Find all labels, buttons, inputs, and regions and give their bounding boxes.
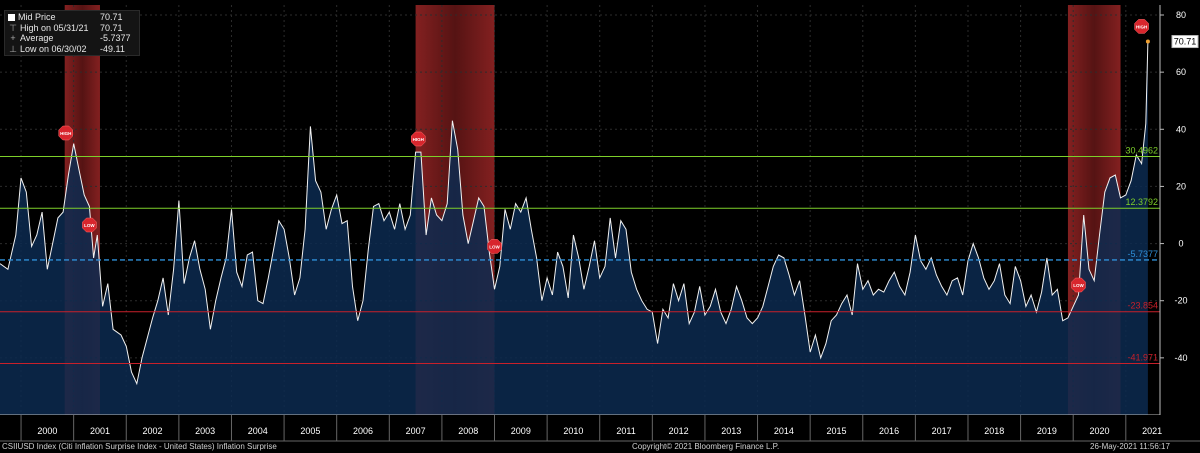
security-title: CSIIUSD Index (Citi Inflation Surprise I… xyxy=(2,442,277,451)
legend-item-average: + Average -5.7377 xyxy=(8,33,136,44)
y-tick-label: 60 xyxy=(1176,67,1186,77)
x-tick-label: 2004 xyxy=(248,426,268,436)
legend-value: 70.71 xyxy=(100,12,123,22)
legend-box: Mid Price 70.71 ⊤ High on 05/31/21 70.71 … xyxy=(4,10,140,56)
low-marker-icon: ⊥ xyxy=(9,43,17,54)
high-low-marker: LOW xyxy=(1071,277,1086,293)
marker-label: LOW xyxy=(1073,283,1084,288)
x-tick-label: 2014 xyxy=(774,426,794,436)
timestamp: 26-May-2021 11:56:17 xyxy=(1090,442,1170,451)
high-low-marker: HIGH xyxy=(410,131,426,147)
x-tick-label: 2000 xyxy=(37,426,57,436)
legend-item-low: ⊥ Low on 06/30/02 -49.11 xyxy=(8,44,136,55)
y-tick-label: 80 xyxy=(1176,10,1186,20)
high-low-marker: LOW xyxy=(487,239,502,254)
x-tick-label: 2008 xyxy=(458,426,478,436)
x-tick-label: 2013 xyxy=(721,426,741,436)
y-tick-label: -40 xyxy=(1174,353,1187,363)
reference-line-label: -23.854 xyxy=(1127,301,1158,311)
x-tick-label: 2005 xyxy=(300,426,320,436)
x-tick-label: 2003 xyxy=(195,426,215,436)
marker-label: LOW xyxy=(84,223,95,228)
x-tick-label: 2007 xyxy=(406,426,426,436)
legend-label: Low on 06/30/02 xyxy=(20,43,87,54)
x-tick-label: 2011 xyxy=(616,426,635,436)
marker-label: HIGH xyxy=(60,131,71,136)
last-value-label: 70.71 xyxy=(1174,37,1197,47)
legend-value: -49.11 xyxy=(100,43,125,54)
legend-label: Average xyxy=(20,33,54,43)
x-tick-label: 2009 xyxy=(511,426,531,436)
x-tick-label: 2010 xyxy=(563,426,583,436)
x-tick-label: 2020 xyxy=(1089,426,1109,436)
last-value-dot xyxy=(1145,39,1150,44)
high-low-marker: LOW xyxy=(82,217,97,233)
reference-line-label: 30.4962 xyxy=(1125,145,1158,155)
x-tick-label: 2006 xyxy=(353,426,373,436)
x-tick-label: 2018 xyxy=(984,426,1004,436)
legend-label: High on 05/31/21 xyxy=(20,22,89,33)
reference-line-label: -5.7377 xyxy=(1127,249,1158,259)
average-marker-icon: + xyxy=(10,33,16,43)
high-marker-icon: ⊤ xyxy=(9,22,17,33)
reference-line-label: -41.971 xyxy=(1127,352,1158,362)
x-tick-label: 2015 xyxy=(826,426,846,436)
legend-label: Mid Price xyxy=(18,12,56,22)
legend-value: 70.71 xyxy=(100,22,123,33)
legend-item-high: ⊤ High on 05/31/21 70.71 xyxy=(8,23,136,34)
chart-footer: CSIIUSD Index (Citi Inflation Surprise I… xyxy=(0,441,1200,453)
marker-label: HIGH xyxy=(1136,24,1147,29)
high-low-marker: HIGH xyxy=(1134,19,1149,34)
y-tick-label: 40 xyxy=(1176,124,1186,134)
marker-label: LOW xyxy=(489,244,500,249)
legend-value: -5.7377 xyxy=(100,33,131,43)
y-tick-label: -20 xyxy=(1174,296,1187,306)
x-tick-label: 2021 xyxy=(1142,426,1162,436)
x-tick-label: 2001 xyxy=(90,426,110,436)
copyright: Copyright© 2021 Bloomberg Finance L.P. xyxy=(632,442,780,451)
legend-item-mid-price: Mid Price 70.71 xyxy=(8,12,136,23)
x-tick-label: 2017 xyxy=(932,426,952,436)
inflation-surprise-chart: 30.4962 12.3792 -5.7377 -23.854 -41.971 HIGH… xyxy=(0,0,1200,453)
x-tick-label: 2002 xyxy=(143,426,163,436)
y-tick-label: 20 xyxy=(1176,181,1186,191)
x-tick-label: 2016 xyxy=(879,426,899,436)
x-tick-label: 2012 xyxy=(669,426,689,436)
marker-label: HIGH xyxy=(413,137,424,142)
white-square-icon xyxy=(8,13,15,21)
high-low-marker: HIGH xyxy=(58,125,74,141)
y-tick-label: 0 xyxy=(1178,239,1183,249)
reference-line-label: 12.3792 xyxy=(1125,197,1158,207)
x-tick-label: 2019 xyxy=(1037,426,1057,436)
